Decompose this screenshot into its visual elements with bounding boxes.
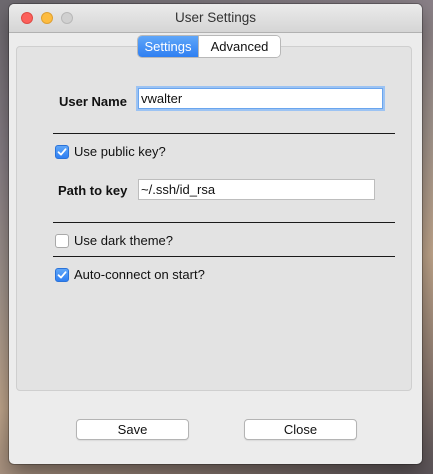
tab-settings[interactable]: Settings bbox=[138, 36, 198, 57]
window-title: User Settings bbox=[174, 10, 257, 25]
divider bbox=[53, 133, 395, 134]
dark-theme-row[interactable]: Use dark theme? bbox=[55, 233, 173, 248]
dark-theme-label: Use dark theme? bbox=[74, 233, 173, 248]
checkmark-icon bbox=[57, 270, 67, 278]
tab-bar: Settings Advanced bbox=[138, 36, 280, 57]
settings-window: User Settings Settings Advanced User Nam… bbox=[9, 4, 422, 464]
user-name-input[interactable]: vwalter bbox=[138, 88, 383, 109]
path-to-key-label: Path to key bbox=[58, 183, 128, 198]
path-to-key-input[interactable]: ~/.ssh/id_rsa bbox=[138, 179, 375, 200]
checkmark-icon bbox=[57, 147, 67, 155]
close-button[interactable]: Close bbox=[244, 419, 357, 440]
user-name-label: User Name bbox=[59, 94, 127, 109]
divider bbox=[53, 222, 395, 223]
auto-connect-checkbox[interactable] bbox=[55, 267, 69, 282]
divider bbox=[53, 256, 395, 257]
auto-connect-label: Auto-connect on start? bbox=[74, 267, 205, 282]
settings-panel: User Name vwalter Use public key? Path t… bbox=[16, 46, 412, 391]
title-bar[interactable]: User Settings bbox=[9, 4, 422, 33]
use-public-key-label: Use public key? bbox=[74, 144, 166, 159]
use-public-key-row[interactable]: Use public key? bbox=[55, 144, 166, 159]
dark-theme-checkbox[interactable] bbox=[55, 233, 69, 248]
auto-connect-row[interactable]: Auto-connect on start? bbox=[55, 267, 205, 282]
tab-advanced[interactable]: Advanced bbox=[198, 36, 280, 57]
save-button[interactable]: Save bbox=[76, 419, 189, 440]
use-public-key-checkbox[interactable] bbox=[55, 144, 69, 159]
